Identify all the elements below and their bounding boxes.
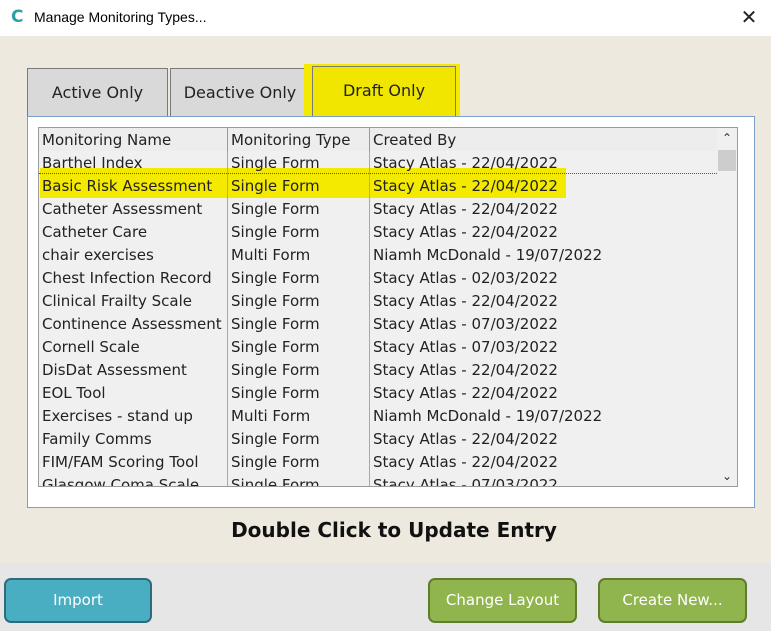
cell-monitoring-type: Single Form bbox=[228, 266, 370, 289]
create-new-button[interactable]: Create New... bbox=[598, 578, 747, 623]
cell-monitoring-type: Single Form bbox=[228, 174, 370, 197]
cell-monitoring-type: Single Form bbox=[228, 289, 370, 312]
cell-monitoring-name: Catheter Care bbox=[39, 220, 228, 243]
list-rows: Barthel Index Single Form Stacy Atlas - 22… bbox=[39, 151, 717, 487]
table-row[interactable]: DisDat Assessment Single Form Stacy Atlas … bbox=[39, 358, 717, 381]
cell-monitoring-name: chair exercises bbox=[39, 243, 228, 266]
cell-monitoring-type: Single Form bbox=[228, 473, 370, 486]
cell-monitoring-name: Chest Infection Record bbox=[39, 266, 228, 289]
cell-monitoring-name: Exercises - stand up bbox=[39, 404, 228, 427]
cell-created-by: Stacy Atlas - 22/04/2022 bbox=[373, 177, 558, 195]
cell-monitoring-name: Clinical Frailty Scale bbox=[39, 289, 228, 312]
scrollbar-thumb[interactable] bbox=[718, 150, 736, 171]
table-row[interactable]: Catheter Assessment Single Form Stacy Atla… bbox=[39, 197, 717, 220]
close-icon[interactable]: ✕ bbox=[735, 4, 763, 30]
cell-monitoring-type: Single Form bbox=[228, 335, 370, 358]
table-row[interactable]: EOL Tool Single Form Stacy Atlas - 22/04/2… bbox=[39, 381, 717, 404]
cell-created-by: Stacy Atlas - 22/04/2022 bbox=[373, 430, 558, 448]
column-header-created-by[interactable]: Created By bbox=[370, 128, 717, 151]
cell-created-by: Stacy Atlas - 22/04/2022 bbox=[373, 223, 558, 241]
table-row[interactable]: Catheter Care Single Form Stacy Atlas - 22… bbox=[39, 220, 717, 243]
tab-deactive-only[interactable]: Deactive Only bbox=[170, 68, 310, 116]
cell-monitoring-type: Single Form bbox=[228, 427, 370, 450]
column-header-monitoring-name[interactable]: Monitoring Name bbox=[39, 128, 228, 151]
chevron-down-icon[interactable]: ⌄ bbox=[717, 466, 737, 486]
column-header-monitoring-type[interactable]: Monitoring Type bbox=[228, 128, 370, 151]
cell-created-by: Niamh McDonald - 19/07/2022 bbox=[373, 246, 603, 264]
tab-active-only[interactable]: Active Only bbox=[27, 68, 168, 116]
table-row[interactable]: Clinical Frailty Scale Single Form Stacy A… bbox=[39, 289, 717, 312]
table-row[interactable]: Chest Infection Record Single Form Stacy A… bbox=[39, 266, 717, 289]
table-row[interactable]: Barthel Index Single Form Stacy Atlas - 22… bbox=[39, 151, 717, 174]
cell-monitoring-name: FIM/FAM Scoring Tool bbox=[39, 450, 228, 473]
cell-monitoring-type: Single Form bbox=[228, 450, 370, 473]
cell-monitoring-name: Catheter Assessment bbox=[39, 197, 228, 220]
double-click-hint: Double Click to Update Entry bbox=[231, 518, 557, 542]
cell-monitoring-type: Single Form bbox=[228, 151, 370, 174]
table-row[interactable]: Basic Risk Assessment Single Form Stacy At… bbox=[39, 174, 717, 197]
cell-monitoring-type: Single Form bbox=[228, 197, 370, 220]
cell-monitoring-name: Continence Assessment bbox=[39, 312, 228, 335]
table-row[interactable]: Cornell Scale Single Form Stacy Atlas - 07… bbox=[39, 335, 717, 358]
cell-created-by: Stacy Atlas - 02/03/2022 bbox=[373, 269, 558, 287]
app-logo-icon: C bbox=[11, 7, 24, 27]
table-row[interactable]: Glasgow Coma Scale Single Form Stacy Atlas… bbox=[39, 473, 717, 487]
table-row[interactable]: chair exercises Multi Form Niamh McDonald … bbox=[39, 243, 717, 266]
cell-monitoring-name: Basic Risk Assessment bbox=[39, 174, 228, 197]
cell-created-by: Stacy Atlas - 07/03/2022 bbox=[373, 315, 558, 333]
title-bar: C Manage Monitoring Types... ✕ bbox=[0, 0, 771, 36]
cell-monitoring-type: Multi Form bbox=[228, 243, 370, 266]
cell-created-by: Stacy Atlas - 22/04/2022 bbox=[373, 453, 558, 471]
cell-created-by: Stacy Atlas - 07/03/2022 bbox=[373, 476, 558, 487]
cell-monitoring-name: EOL Tool bbox=[39, 381, 228, 404]
cell-created-by: Stacy Atlas - 22/04/2022 bbox=[373, 292, 558, 310]
cell-monitoring-name: Barthel Index bbox=[39, 151, 228, 174]
cell-monitoring-name: Family Comms bbox=[39, 427, 228, 450]
cell-monitoring-type: Single Form bbox=[228, 312, 370, 335]
cell-created-by: Niamh McDonald - 19/07/2022 bbox=[373, 407, 603, 425]
tab-draft-only[interactable]: Draft Only bbox=[312, 66, 456, 116]
cell-monitoring-name: DisDat Assessment bbox=[39, 358, 228, 381]
window-title: Manage Monitoring Types... bbox=[34, 9, 207, 25]
table-row[interactable]: Family Comms Single Form Stacy Atlas - 22/… bbox=[39, 427, 717, 450]
cell-monitoring-name: Glasgow Coma Scale bbox=[39, 473, 228, 486]
vertical-scrollbar[interactable]: ⌃ ⌄ bbox=[717, 128, 737, 486]
cell-created-by: Stacy Atlas - 22/04/2022 bbox=[373, 200, 558, 218]
cell-monitoring-type: Multi Form bbox=[228, 404, 370, 427]
table-row[interactable]: FIM/FAM Scoring Tool Single Form Stacy Atl… bbox=[39, 450, 717, 473]
cell-created-by: Stacy Atlas - 22/04/2022 bbox=[373, 384, 558, 402]
monitoring-types-list[interactable]: Monitoring Name Monitoring Type Created … bbox=[38, 127, 738, 487]
cell-created-by: Stacy Atlas - 22/04/2022 bbox=[373, 154, 558, 172]
cell-monitoring-name: Cornell Scale bbox=[39, 335, 228, 358]
cell-created-by: Stacy Atlas - 22/04/2022 bbox=[373, 361, 558, 379]
table-row[interactable]: Continence Assessment Single Form Stacy At… bbox=[39, 312, 717, 335]
cell-created-by: Stacy Atlas - 07/03/2022 bbox=[373, 338, 558, 356]
cell-monitoring-type: Single Form bbox=[228, 358, 370, 381]
list-header: Monitoring Name Monitoring Type Created … bbox=[39, 128, 717, 151]
change-layout-button[interactable]: Change Layout bbox=[428, 578, 577, 623]
cell-monitoring-type: Single Form bbox=[228, 220, 370, 243]
table-row[interactable]: Exercises - stand up Multi Form Niamh McDo… bbox=[39, 404, 717, 427]
chevron-up-icon[interactable]: ⌃ bbox=[717, 128, 737, 148]
import-button[interactable]: Import bbox=[4, 578, 152, 623]
cell-monitoring-type: Single Form bbox=[228, 381, 370, 404]
